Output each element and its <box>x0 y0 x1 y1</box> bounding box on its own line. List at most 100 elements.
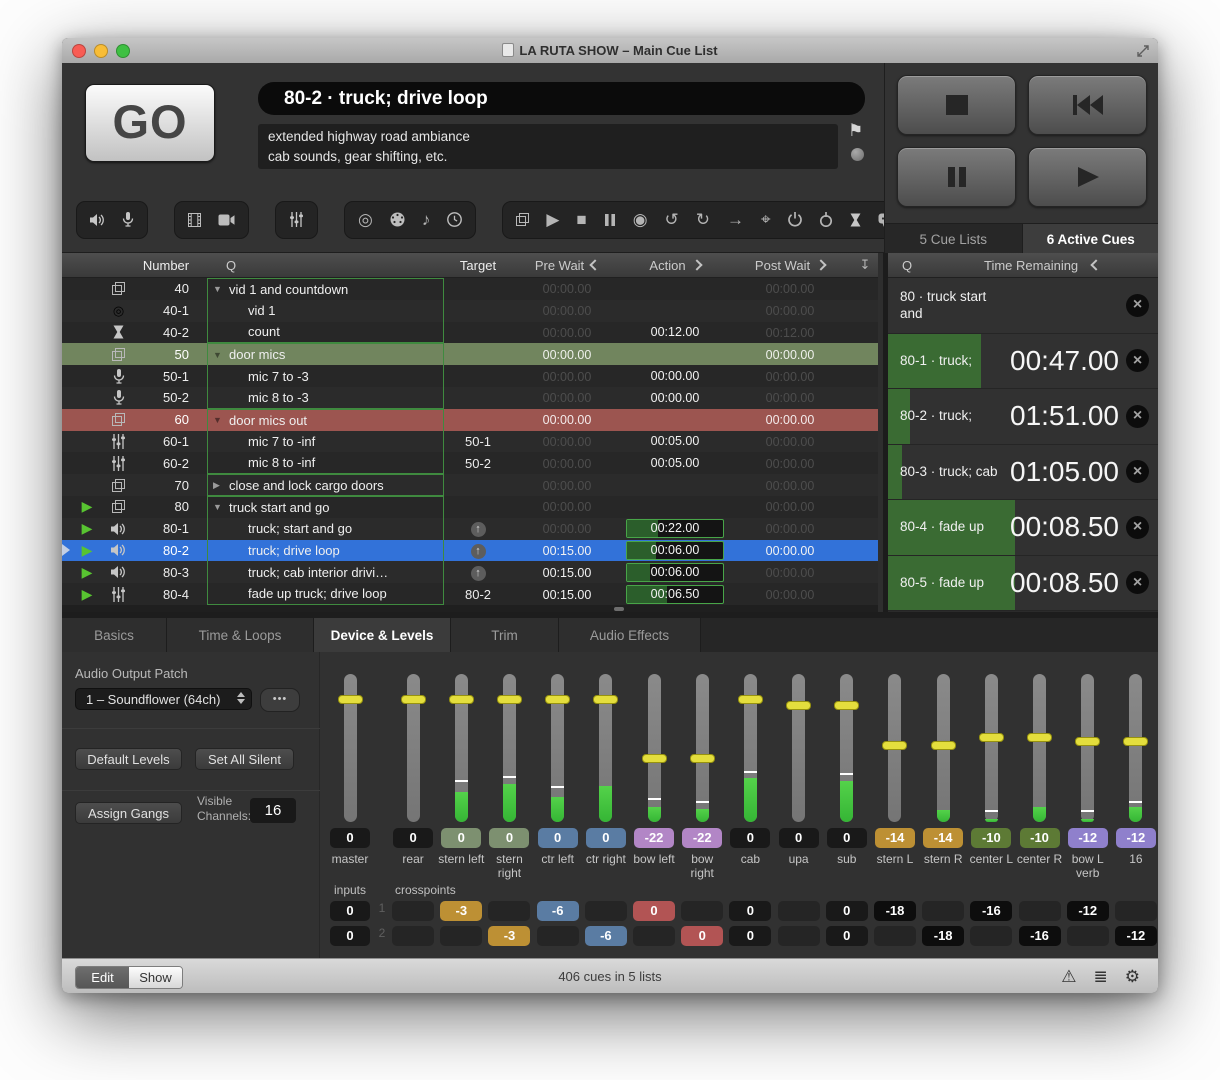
cue-row-40-2[interactable]: 40-2count00:00.0000:12.0000:12.00 <box>62 322 878 344</box>
crosspoint-cell[interactable]: -6 <box>585 926 627 946</box>
crosspoint-cell[interactable] <box>392 926 434 946</box>
tab-cue-lists[interactable]: 5 Cue Lists <box>885 224 1023 254</box>
cue-row-50-1[interactable]: 50-1mic 7 to -300:00.0000:00.0000:00.00 <box>62 365 878 387</box>
cue-row-50-2[interactable]: 50-2mic 8 to -300:00.0000:00.0000:00.00 <box>62 387 878 409</box>
crosspoint-cell[interactable] <box>778 901 820 921</box>
crosspoint-cell[interactable]: -18 <box>922 926 964 946</box>
active-cue-row[interactable]: 80-4 · fade up00:08.50× <box>888 500 1158 556</box>
collapse-group-icon[interactable]: ▼ <box>208 284 225 294</box>
flag-icon[interactable]: ⚑ <box>848 121 863 141</box>
fader-handle[interactable] <box>738 695 763 704</box>
active-cue-row[interactable]: 80-5 · fade up00:08.50× <box>888 556 1158 612</box>
assign-gangs-button[interactable]: Assign Gangs <box>75 802 182 824</box>
crosspoint-cell[interactable]: -12 <box>1067 901 1109 921</box>
crosspoint-cell[interactable] <box>392 901 434 921</box>
cue-name-cell[interactable]: count <box>207 322 444 344</box>
wait-icon[interactable] <box>850 213 861 227</box>
level-value-rear[interactable]: 0 <box>393 828 433 848</box>
collapse-group-icon[interactable]: ▼ <box>208 502 225 512</box>
level-value-center-L[interactable]: -10 <box>971 828 1011 848</box>
target-icon[interactable]: ⌖ <box>761 211 771 228</box>
disarm-icon[interactable] <box>819 212 833 227</box>
cue-name-cell[interactable]: mic 7 to -3 <box>207 365 444 387</box>
action-time-box[interactable]: 00:06.00 <box>626 541 724 560</box>
stop-cue-button[interactable]: × <box>1126 294 1149 317</box>
cue-row-80[interactable]: ▶80▼truck start and go00:00.0000:00.00 <box>62 496 878 518</box>
active-cue-row[interactable]: 80-3 · truck; cab01:05.00× <box>888 445 1158 501</box>
fader-handle[interactable] <box>1027 733 1052 742</box>
level-value-stern-R[interactable]: -14 <box>923 828 963 848</box>
crosspoint-cell[interactable]: 0 <box>729 926 771 946</box>
fader-cab[interactable] <box>744 674 757 822</box>
settings-gear-icon[interactable]: ⚙ <box>1125 967 1140 987</box>
load-icon[interactable]: ◉ <box>633 211 648 228</box>
fader-bow-right[interactable] <box>696 674 709 822</box>
crosspoint-cell[interactable]: 0 <box>826 901 868 921</box>
fader-handle[interactable] <box>545 695 570 704</box>
crosspoint-cell[interactable] <box>1115 901 1157 921</box>
crosspoint-cell[interactable] <box>778 926 820 946</box>
crosspoint-cell[interactable] <box>1067 926 1109 946</box>
audio-patch-select[interactable]: 1 – Soundflower (64ch) <box>75 688 252 710</box>
crosspoint-cell[interactable] <box>488 901 530 921</box>
cue-name-cell[interactable]: truck; start and go <box>207 518 444 540</box>
fader-upa[interactable] <box>792 674 805 822</box>
level-value-sub[interactable]: 0 <box>827 828 867 848</box>
level-value-stern-right[interactable]: 0 <box>489 828 529 848</box>
tab-basics[interactable]: Basics <box>62 618 167 652</box>
active-cues-header[interactable]: Q Time Remaining <box>888 253 1158 278</box>
cue-list-header[interactable]: Number Q Target Pre Wait Action Post Wai… <box>62 253 878 278</box>
fader-handle[interactable] <box>593 695 618 704</box>
level-value-stern-left[interactable]: 0 <box>441 828 481 848</box>
cue-row-60[interactable]: 60▼door mics out00:00.0000:00.00 <box>62 409 878 431</box>
crosspoint-cell[interactable] <box>970 926 1012 946</box>
visible-channels-value[interactable]: 16 <box>250 798 296 823</box>
stop-all-button[interactable] <box>897 75 1016 135</box>
expand-group-icon[interactable]: ▶ <box>208 480 225 491</box>
cue-row-50[interactable]: 50▼door mics00:00.0000:00.00 <box>62 343 878 365</box>
set-all-silent-button[interactable]: Set All Silent <box>195 748 294 770</box>
pause-icon[interactable] <box>604 213 616 227</box>
minimize-window-button[interactable] <box>94 44 108 58</box>
cue-name-cell[interactable]: ▼truck start and go <box>207 496 444 518</box>
cue-row-80-4[interactable]: ▶80-4fade up truck; drive loop80-200:15.… <box>62 583 878 605</box>
tab-audio-effects[interactable]: Audio Effects <box>559 618 701 652</box>
crosspoint-cell[interactable]: 0 <box>729 901 771 921</box>
level-value-center-R[interactable]: -10 <box>1020 828 1060 848</box>
active-col-time-remaining[interactable]: Time Remaining <box>984 258 1078 273</box>
input-gain-2[interactable]: 0 <box>330 926 370 946</box>
level-value-ctr-left[interactable]: 0 <box>538 828 578 848</box>
crosspoint-cell[interactable]: 0 <box>681 926 723 946</box>
cue-row-60-2[interactable]: 60-2mic 8 to -inf50-200:00.0000:05.0000:… <box>62 452 878 474</box>
crosspoint-cell[interactable]: -16 <box>1019 926 1061 946</box>
zoom-window-button[interactable] <box>116 44 130 58</box>
cue-name-cell[interactable]: mic 8 to -inf <box>207 452 444 474</box>
fade-icon[interactable] <box>289 212 304 227</box>
scroll-to-playhead-icon[interactable]: ↧ <box>852 257 878 273</box>
fader-stern-left[interactable] <box>455 674 468 822</box>
crosspoint-cell[interactable]: 0 <box>826 926 868 946</box>
crosspoint-cell[interactable] <box>1019 901 1061 921</box>
note-icon[interactable]: ♪ <box>422 211 431 228</box>
fader-handle[interactable] <box>786 701 811 710</box>
cue-notes-field[interactable]: extended highway road ambiance cab sound… <box>258 124 838 169</box>
clock-icon[interactable] <box>447 212 462 227</box>
crosspoint-cell[interactable] <box>585 901 627 921</box>
osc-icon[interactable]: ◎ <box>358 211 373 228</box>
fader-bow-left[interactable] <box>648 674 661 822</box>
scrollbar-thumb[interactable] <box>614 607 624 611</box>
fader-master[interactable] <box>344 674 357 822</box>
level-value-ctr-right[interactable]: 0 <box>586 828 626 848</box>
camera-icon[interactable] <box>218 214 235 226</box>
fader-handle[interactable] <box>1075 737 1100 746</box>
cue-name-cell[interactable]: truck; cab interior drivi… <box>207 561 444 583</box>
crosspoint-cell[interactable] <box>922 901 964 921</box>
cue-name-cell[interactable]: mic 7 to -inf <box>207 431 444 453</box>
goto-icon[interactable]: → <box>727 211 744 228</box>
patch-edit-button[interactable]: ••• <box>260 688 300 712</box>
fader-handle[interactable] <box>642 754 667 763</box>
fullscreen-icon[interactable] <box>1136 44 1150 58</box>
tab-device-levels[interactable]: Device & Levels <box>314 618 451 652</box>
fader-handle[interactable] <box>882 741 907 750</box>
fader-handle[interactable] <box>401 695 426 704</box>
